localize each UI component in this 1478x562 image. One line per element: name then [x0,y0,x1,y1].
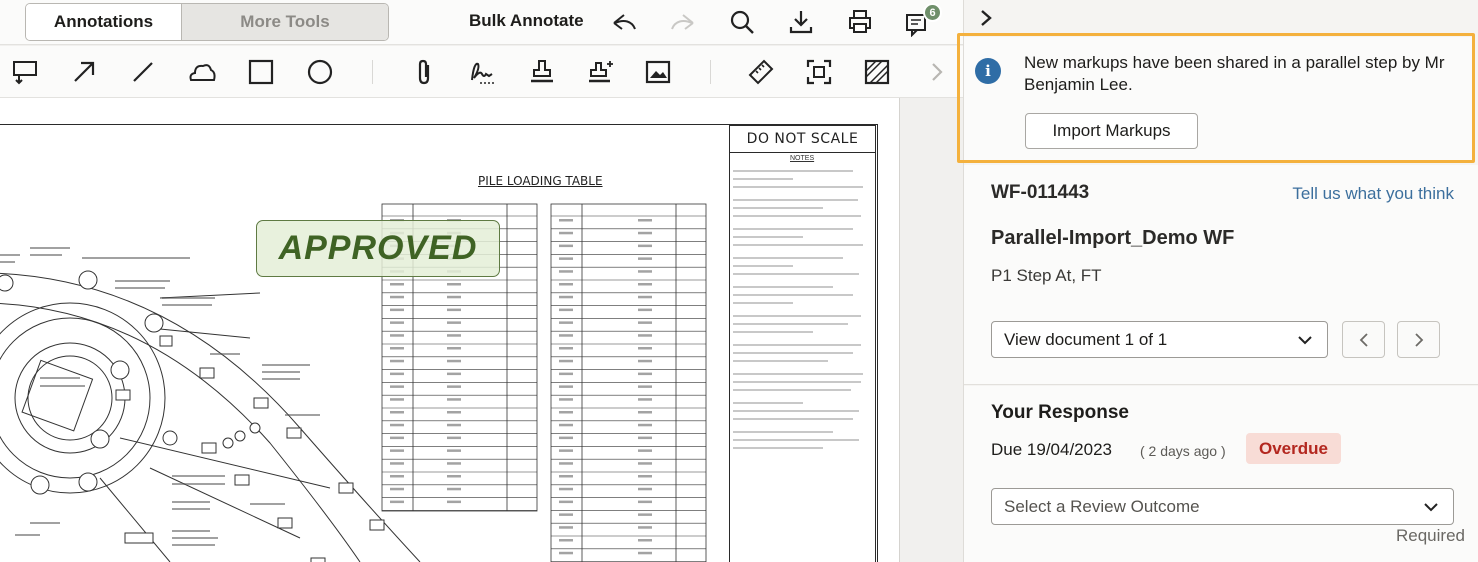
chevron-down-icon [1424,503,1438,512]
note-line [733,186,863,188]
stamp-icon[interactable] [526,56,558,88]
line-icon[interactable] [127,56,159,88]
document-page[interactable]: DO NOT SCALE NOTES PILE LOADING TABLE AP… [0,98,900,562]
note-line [733,207,823,209]
previous-document-button[interactable] [1342,321,1385,358]
due-date: Due 19/04/2023 [991,440,1112,459]
note-line [733,265,793,267]
feedback-link[interactable]: Tell us what you think [1292,184,1454,204]
note-line [733,286,833,288]
note-line [733,331,813,333]
print-icon[interactable] [845,7,875,37]
note-line [733,360,828,362]
note-line [733,323,848,325]
notes-title: NOTES [790,155,815,162]
workflow-panel: i New markups have been shared in a para… [957,0,1478,562]
note-line [733,228,853,230]
toolbar-divider [710,60,711,84]
mode-toggle: Annotations More Tools [25,3,389,41]
note-line [733,178,793,180]
tab-annotations[interactable]: Annotations [26,4,182,40]
response-card: Your Response Due 19/04/2023 ( 2 days ag… [964,386,1478,562]
note-line [733,257,843,259]
note-line [733,273,859,275]
download-icon[interactable] [786,7,816,37]
note-line [733,410,859,412]
note-line [733,244,863,246]
workflow-name: Parallel-Import_Demo WF [991,227,1235,249]
note-line [733,344,861,346]
undo-icon[interactable] [609,7,639,37]
note-line [733,294,853,296]
search-icon[interactable] [727,7,757,37]
toolbar-divider [372,60,373,84]
hatch-icon[interactable] [861,56,893,88]
note-line [733,381,861,383]
notice-highlight [957,33,1475,163]
app-root: Annotations More Tools Bulk Annotate 6 D… [0,0,1478,562]
document-select-value: View document 1 of 1 [1004,329,1168,349]
note-line [733,389,851,391]
review-outcome-placeholder: Select a Review Outcome [1004,496,1200,516]
note-line [733,439,859,441]
do-not-scale-label: DO NOT SCALE [729,125,876,153]
note-line [733,199,858,201]
note-line [733,352,853,354]
note-line [733,215,861,217]
tab-more-tools[interactable]: More Tools [182,4,388,40]
collapse-panel-button[interactable] [974,5,998,31]
chevron-left-icon [1359,332,1368,347]
bulk-annotate-button[interactable]: Bulk Annotate [469,11,584,31]
annotation-toolbar [0,46,963,98]
note-line [733,236,803,238]
pile-table-title: PILE LOADING TABLE [478,174,603,188]
workflow-id: WF-011443 [991,182,1090,203]
viewer-topbar: Annotations More Tools Bulk Annotate 6 [0,0,963,45]
status-badge: Overdue [1246,433,1341,464]
rectangle-icon[interactable] [245,56,277,88]
step-name: P1 Step At, FT [991,266,1102,285]
response-title: Your Response [991,402,1129,423]
note-line [733,431,833,433]
note-line [733,302,793,304]
image-icon[interactable] [642,56,674,88]
note-line [733,418,853,420]
note-line [733,402,803,404]
cloud-icon[interactable] [186,56,218,88]
document-viewer: Annotations More Tools Bulk Annotate 6 D… [0,0,963,562]
custom-stamp-icon[interactable] [585,56,617,88]
signature-icon[interactable] [467,56,499,88]
measure-icon[interactable] [745,56,777,88]
chevron-down-icon [1298,336,1312,345]
workflow-info-card: WF-011443 Tell us what you think Paralle… [964,165,1478,385]
note-line [733,373,863,375]
arrow-icon[interactable] [68,56,100,88]
chevron-right-icon [981,10,992,26]
chevron-right-icon [1414,332,1423,347]
chevron-right-icon[interactable] [921,56,953,88]
review-outcome-select[interactable]: Select a Review Outcome [991,488,1454,525]
due-relative: ( 2 days ago ) [1140,443,1226,459]
callout-icon[interactable] [9,56,41,88]
required-label: Required [1396,526,1465,545]
next-document-button[interactable] [1397,321,1440,358]
note-line [733,447,823,449]
note-line [733,170,853,172]
attachment-icon[interactable] [408,56,440,88]
redo-icon[interactable] [668,7,698,37]
approved-stamp[interactable]: APPROVED [256,220,500,277]
document-select[interactable]: View document 1 of 1 [991,321,1328,358]
note-line [733,315,861,317]
markup-count-badge: 6 [923,3,942,22]
area-select-icon[interactable] [803,56,835,88]
ellipse-icon[interactable] [304,56,336,88]
